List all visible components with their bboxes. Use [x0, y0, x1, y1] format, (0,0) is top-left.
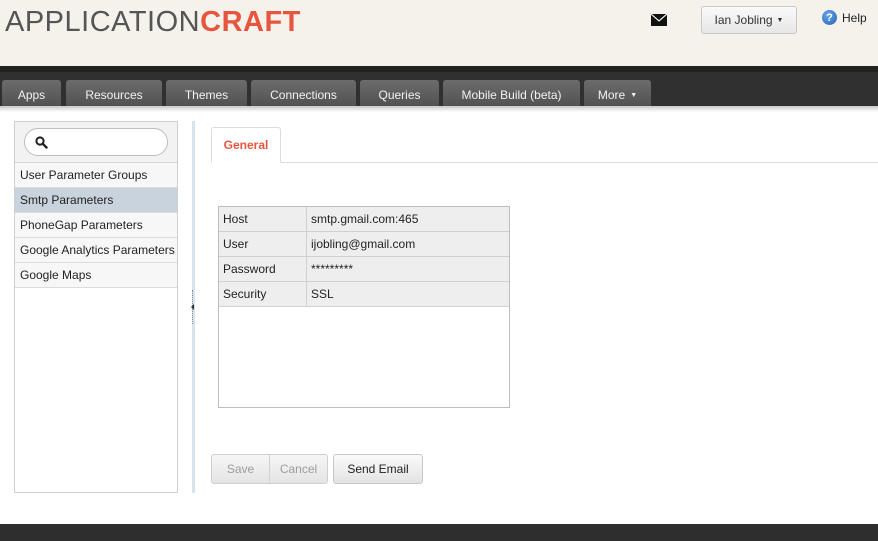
- cancel-button[interactable]: Cancel: [269, 455, 327, 483]
- property-value[interactable]: SSL: [308, 282, 508, 306]
- footer-bar: [0, 524, 878, 541]
- help-link[interactable]: ? Help: [822, 10, 867, 25]
- nav-tab-label: Mobile Build (beta): [461, 88, 562, 102]
- property-row-host[interactable]: Host smtp.gmail.com:465: [219, 207, 509, 232]
- collapse-arrow-icon[interactable]: [191, 304, 194, 310]
- help-label: Help: [842, 10, 867, 25]
- property-row-user[interactable]: User ijobling@gmail.com: [219, 232, 509, 257]
- list-item-google-analytics-parameters[interactable]: Google Analytics Parameters: [15, 238, 177, 263]
- help-icon: ?: [822, 10, 837, 25]
- property-value[interactable]: ijobling@gmail.com: [308, 232, 508, 256]
- property-row-security[interactable]: Security SSL: [219, 282, 509, 307]
- logo-text-craft: CRAFT: [200, 6, 301, 38]
- property-grid: Host smtp.gmail.com:465 User ijobling@gm…: [218, 206, 510, 408]
- nav-tab-label: More: [597, 88, 626, 102]
- property-value[interactable]: smtp.gmail.com:465: [308, 207, 508, 231]
- header-bar: APPLICATIONCRAFT Ian Jobling ▼ ? Help: [0, 0, 878, 66]
- parameter-groups-panel: User Parameter Groups Smtp Parameters Ph…: [14, 121, 178, 493]
- mail-icon[interactable]: [651, 14, 667, 26]
- save-button[interactable]: Save: [212, 455, 269, 483]
- parameter-group-list: User Parameter Groups Smtp Parameters Ph…: [15, 163, 177, 288]
- list-item-user-parameter-groups[interactable]: User Parameter Groups: [15, 163, 177, 188]
- user-name: Ian Jobling: [714, 13, 773, 27]
- nav-shadow: [0, 106, 878, 112]
- main-nav: Apps Resources Themes Connections Querie…: [0, 66, 878, 110]
- property-key: Password: [219, 257, 307, 281]
- logo-text-application: APPLICATION: [5, 6, 201, 38]
- property-key: Host: [219, 207, 307, 231]
- nav-tab-label: Themes: [184, 88, 229, 102]
- property-row-password[interactable]: Password *********: [219, 257, 509, 282]
- property-key: Security: [219, 282, 307, 306]
- list-item-smtp-parameters[interactable]: Smtp Parameters: [15, 188, 177, 213]
- app-logo[interactable]: APPLICATIONCRAFT: [5, 6, 301, 39]
- property-value[interactable]: *********: [308, 257, 508, 281]
- list-item-google-maps[interactable]: Google Maps: [15, 263, 177, 288]
- tab-general[interactable]: General: [211, 127, 281, 163]
- send-email-button[interactable]: Send Email: [333, 454, 423, 484]
- caret-down-icon: ▼: [630, 91, 638, 99]
- search-bar: [15, 122, 177, 163]
- save-cancel-group: Save Cancel: [211, 454, 328, 484]
- nav-tab-label: Apps: [17, 88, 46, 102]
- nav-tab-label: Queries: [378, 88, 421, 102]
- user-menu-button[interactable]: Ian Jobling ▼: [701, 6, 797, 34]
- nav-tab-label: Connections: [270, 88, 337, 102]
- property-key: User: [219, 232, 307, 256]
- nav-tab-label: Resources: [85, 88, 143, 102]
- search-icon: [35, 136, 48, 149]
- list-item-phonegap-parameters[interactable]: PhoneGap Parameters: [15, 213, 177, 238]
- tab-strip-divider: [211, 162, 878, 163]
- caret-down-icon: ▼: [776, 16, 784, 24]
